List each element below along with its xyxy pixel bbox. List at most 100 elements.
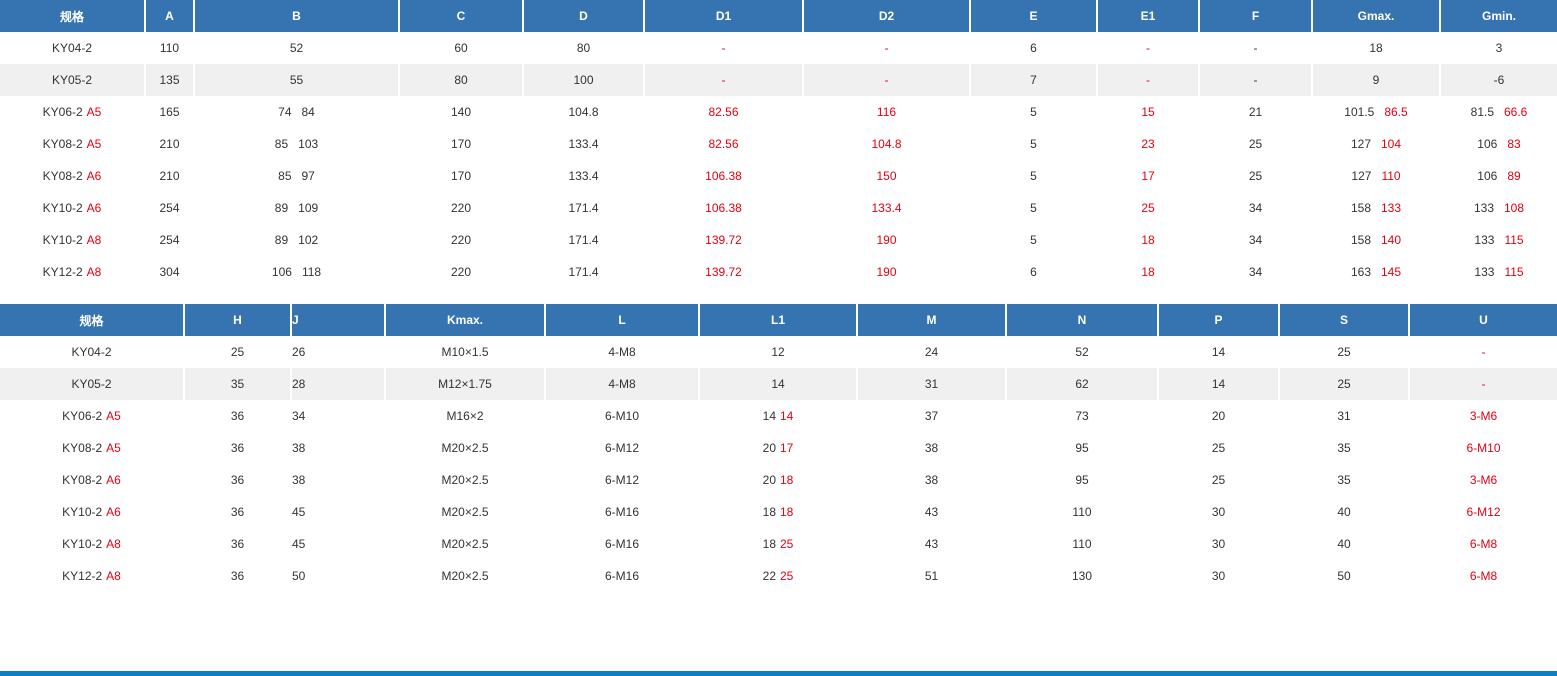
value-f: 34: [1248, 265, 1263, 279]
cell-gmax: 101.5 86.5: [1313, 96, 1441, 128]
cell-u: -: [1410, 336, 1557, 368]
value-h: 36: [230, 505, 245, 519]
cell-c: 60: [400, 32, 524, 64]
cell-s: 35: [1280, 464, 1410, 496]
value-e1: 23: [1141, 137, 1155, 151]
header-s: S: [1280, 304, 1410, 336]
cell-kmax: M20×2.5: [386, 560, 546, 592]
cell-m: 43: [858, 528, 1007, 560]
value-u: 3-M6: [1469, 473, 1498, 487]
value-l1-alt: 14: [780, 409, 794, 423]
value-d: 133.4: [568, 137, 599, 151]
cell-a: 254: [146, 192, 195, 224]
cell-f: 34: [1200, 224, 1313, 256]
value-f: -: [1253, 41, 1258, 55]
value-gmax-alt: 145: [1381, 265, 1402, 279]
cell-s: 31: [1280, 400, 1410, 432]
cell-d1: 139.72: [645, 256, 804, 288]
value-l: 4-M8: [608, 377, 636, 391]
value-u: -: [1481, 345, 1486, 359]
value-n: 110: [1072, 505, 1092, 519]
value-j: 38: [292, 473, 306, 487]
cell-p: 14: [1159, 368, 1280, 400]
cell-gmax: 158 140: [1313, 224, 1441, 256]
value-l: 4-M8: [608, 345, 636, 359]
header-spec: 规格: [0, 304, 185, 336]
model-variant: A8: [86, 233, 102, 247]
value-d2: 150: [876, 169, 897, 183]
cell-kmax: M12×1.75: [386, 368, 546, 400]
value-l1-alt: 17: [780, 441, 794, 455]
value-n: 73: [1075, 409, 1089, 423]
value-gmax-alt: 104: [1381, 137, 1402, 151]
cell-d1: 106.38: [645, 192, 804, 224]
value-gmin: 3: [1495, 41, 1503, 55]
cell-h: 36: [185, 400, 292, 432]
cell-d: 133.4: [524, 128, 645, 160]
cell-e: 5: [971, 224, 1098, 256]
value-gmax: 158: [1350, 233, 1371, 247]
cell-gmin: 133 108: [1441, 192, 1557, 224]
table-2-header-row: 规格 H J Kmax. L L1 M N P S U: [0, 304, 1557, 336]
value-d2: 116: [876, 105, 897, 119]
model-variant: A6: [106, 473, 121, 487]
header-u: U: [1410, 304, 1557, 336]
model-variant: A8: [86, 265, 102, 279]
cell-gmin: 3: [1441, 32, 1557, 64]
value-n: 52: [1075, 345, 1089, 359]
value-gmax: 9: [1372, 73, 1380, 87]
value-f: 34: [1248, 233, 1263, 247]
value-s: 35: [1337, 441, 1351, 455]
value-f: 34: [1248, 201, 1263, 215]
cell-spec: KY05-2: [0, 368, 185, 400]
cell-b: 85 103: [195, 128, 400, 160]
cell-e1: 23: [1098, 128, 1200, 160]
value-l1: 20: [762, 473, 776, 487]
cell-gmin: -6: [1441, 64, 1557, 96]
value-c: 80: [454, 73, 468, 87]
value-e1: 18: [1141, 233, 1155, 247]
cell-kmax: M10×1.5: [386, 336, 546, 368]
cell-f: 21: [1200, 96, 1313, 128]
header-d1: D1: [645, 0, 804, 32]
cell-l: 6-M12: [546, 464, 700, 496]
cell-gmax: 18: [1313, 32, 1441, 64]
cell-c: 220: [400, 192, 524, 224]
value-f: -: [1253, 73, 1258, 87]
cell-h: 36: [185, 496, 292, 528]
table-row: KY05-2 135 55 80 100 - - 7 - - 9 -6: [0, 64, 1557, 96]
value-d2: 133.4: [871, 201, 902, 215]
value-gmin: 133: [1474, 233, 1495, 247]
value-l1-alt: 25: [780, 537, 794, 551]
cell-e1: 18: [1098, 224, 1200, 256]
cell-c: 220: [400, 256, 524, 288]
value-b: 55: [289, 73, 304, 87]
header-d2: D2: [804, 0, 971, 32]
cell-d1: 82.56: [645, 128, 804, 160]
table-row: KY08-2 A5 210 85 103 170 133.4 82.56 104.8 5 23 25 1…: [0, 128, 1557, 160]
value-b-alt: 103: [298, 137, 319, 151]
cell-p: 30: [1159, 560, 1280, 592]
cell-gmin: 106 89: [1441, 160, 1557, 192]
value-e1: -: [1146, 41, 1150, 55]
cell-gmin: 106 83: [1441, 128, 1557, 160]
value-gmin-alt: 115: [1504, 265, 1524, 279]
value-l: 6-M16: [604, 505, 639, 519]
value-n: 95: [1075, 473, 1089, 487]
value-gmin: 106: [1477, 169, 1498, 183]
cell-h: 25: [185, 336, 292, 368]
cell-p: 25: [1159, 432, 1280, 464]
value-gmax: 127: [1351, 169, 1372, 183]
cell-n: 110: [1007, 496, 1159, 528]
header-m: M: [858, 304, 1007, 336]
model-name: KY12-2: [62, 569, 103, 583]
value-e1: 25: [1141, 201, 1155, 215]
model-name: KY04-2: [51, 41, 93, 55]
value-e: 6: [1030, 41, 1037, 55]
value-l: 6-M16: [604, 569, 639, 583]
value-a: 304: [159, 265, 180, 279]
cell-s: 50: [1280, 560, 1410, 592]
header-gmax: Gmax.: [1313, 0, 1441, 32]
value-c: 170: [450, 137, 472, 151]
cell-e: 7: [971, 64, 1098, 96]
